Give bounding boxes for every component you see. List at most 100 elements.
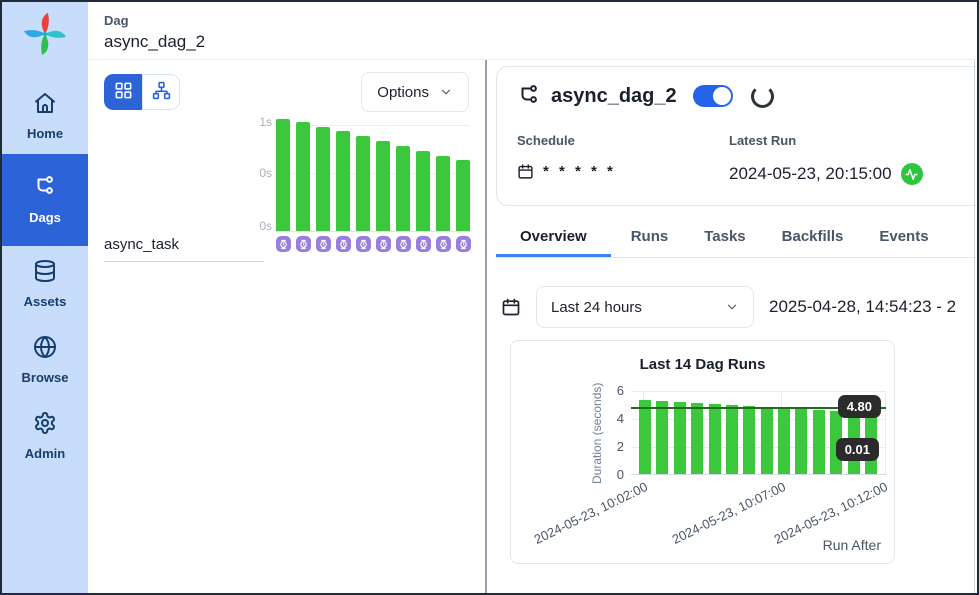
task-duration-bars	[276, 120, 470, 231]
airflow-logo[interactable]	[22, 11, 68, 62]
chart-y-ticks: 6 4 2 0	[605, 391, 631, 475]
sidebar-item-label: Admin	[25, 446, 65, 461]
detail-tabs: Overview Runs Tasks Backfills Events	[496, 218, 977, 258]
dag-header-card: async_dag_2 Schedule * * * * *	[496, 66, 977, 206]
tab-overview[interactable]: Overview	[496, 218, 611, 257]
task-state-badge-deferred[interactable]	[276, 236, 291, 252]
schedule-label: Schedule	[517, 133, 729, 148]
dag-run-bar[interactable]	[726, 405, 738, 474]
time-filter-row: Last 24 hours 2025-04-28, 14:54:23 - 2	[496, 286, 977, 328]
y-tick: 0	[617, 467, 624, 482]
grid-plot	[276, 120, 470, 232]
y-tick-label: 0s	[259, 219, 272, 233]
chart-y-axis-label: Duration (seconds)	[589, 391, 605, 475]
sidebar-item-label: Home	[27, 126, 63, 141]
dag-run-bar[interactable]	[674, 402, 686, 474]
content-split: Options 1s 0s 0s	[88, 60, 977, 593]
x-tick-label: 2024-05-23, 10:07:00	[669, 479, 787, 547]
gear-icon	[33, 411, 57, 438]
task-state-badge-deferred[interactable]	[296, 236, 311, 252]
graph-icon	[152, 81, 171, 103]
sidebar-nav: Home Dags Assets Browse	[2, 78, 88, 474]
task-duration-bar[interactable]	[456, 160, 470, 231]
task-row-label[interactable]: async_task	[104, 236, 264, 262]
x-tick-label: 2024-05-23, 10:12:00	[771, 479, 889, 547]
main-area: Dag async_dag_2	[88, 2, 977, 593]
grid-duration-chart: 1s 0s 0s async_task	[104, 120, 485, 262]
dag-detail-panel: async_dag_2 Schedule * * * * *	[487, 60, 977, 593]
sidebar-item-assets[interactable]: Assets	[2, 246, 88, 322]
grid-view-button[interactable]	[104, 74, 142, 110]
chevron-down-icon	[725, 300, 739, 314]
task-state-badge-deferred[interactable]	[456, 236, 471, 252]
time-range-select[interactable]: Last 24 hours	[536, 286, 754, 328]
toggle-knob	[713, 87, 731, 105]
loading-spinner-icon	[751, 85, 774, 108]
task-state-badge-deferred[interactable]	[416, 236, 431, 252]
options-button[interactable]: Options	[361, 72, 469, 112]
sidebar-item-label: Dags	[29, 210, 61, 225]
task-state-badge-deferred[interactable]	[436, 236, 451, 252]
globe-icon	[33, 335, 57, 362]
task-state-badge-deferred[interactable]	[376, 236, 391, 252]
task-state-badge-deferred[interactable]	[316, 236, 331, 252]
dag-run-bar[interactable]	[778, 407, 790, 474]
tab-runs[interactable]: Runs	[615, 218, 685, 257]
calendar-icon	[501, 297, 521, 317]
y-tick: 4	[617, 411, 624, 426]
run-state-activity-icon[interactable]	[901, 163, 923, 185]
tab-tasks[interactable]: Tasks	[688, 218, 761, 257]
chevron-down-icon	[439, 85, 453, 99]
task-duration-bar[interactable]	[396, 146, 410, 231]
task-duration-bar[interactable]	[376, 141, 390, 231]
home-icon	[33, 91, 57, 118]
chart-x-ticks: 2024-05-23, 10:02:00 2024-05-23, 10:07:0…	[631, 475, 886, 537]
task-duration-bar[interactable]	[416, 151, 430, 231]
dag-run-bar[interactable]	[761, 407, 773, 474]
dag-icon	[33, 175, 57, 202]
dag-runs-plot: 4.80 0.01	[631, 391, 886, 475]
dag-run-bar[interactable]	[813, 410, 825, 474]
dag-run-bar[interactable]	[743, 406, 755, 474]
task-duration-bar[interactable]	[276, 119, 290, 231]
sidebar-item-dags[interactable]: Dags	[2, 154, 88, 246]
y-tick-label: 1s	[259, 115, 272, 129]
options-button-label: Options	[377, 84, 429, 101]
task-state-badge-deferred[interactable]	[336, 236, 351, 252]
schedule-block: Schedule * * * * *	[517, 133, 729, 185]
page-title-dag-id: async_dag_2	[104, 32, 977, 52]
dag-run-bar[interactable]	[639, 400, 651, 474]
latest-run-label: Latest Run	[729, 133, 923, 148]
sidebar-item-home[interactable]: Home	[2, 78, 88, 154]
latest-run-block: Latest Run 2024-05-23, 20:15:00	[729, 133, 923, 185]
task-duration-bar[interactable]	[316, 127, 330, 231]
dag-run-bar[interactable]	[709, 404, 721, 474]
sidebar: Home Dags Assets Browse	[2, 2, 88, 593]
task-duration-bar[interactable]	[336, 131, 350, 231]
task-duration-bar[interactable]	[356, 136, 370, 231]
grid-left-spacer	[104, 120, 250, 232]
tab-backfills[interactable]: Backfills	[766, 218, 860, 257]
mean-duration-badge: 4.80	[838, 395, 881, 418]
task-state-badge-deferred[interactable]	[396, 236, 411, 252]
sidebar-item-label: Assets	[24, 294, 67, 309]
task-duration-bar[interactable]	[436, 156, 450, 231]
grid-icon	[114, 81, 133, 103]
dag-run-bar[interactable]	[795, 409, 807, 474]
graph-view-button[interactable]	[142, 74, 180, 110]
tab-events[interactable]: Events	[863, 218, 944, 257]
dag-run-bar[interactable]	[656, 401, 668, 474]
sidebar-item-browse[interactable]: Browse	[2, 322, 88, 398]
time-range-selected-value: Last 24 hours	[551, 299, 642, 316]
dag-pause-toggle[interactable]	[693, 85, 733, 107]
task-state-badge-deferred[interactable]	[356, 236, 371, 252]
sidebar-item-admin[interactable]: Admin	[2, 398, 88, 474]
min-duration-badge: 0.01	[836, 438, 879, 461]
y-tick: 6	[617, 383, 624, 398]
breadcrumb-section: Dag	[104, 13, 977, 28]
dag-icon	[517, 84, 541, 108]
dag-title: async_dag_2	[551, 85, 677, 108]
task-duration-bar[interactable]	[296, 122, 310, 231]
dag-run-bar[interactable]	[691, 403, 703, 474]
chart-x-axis-label: Run After	[511, 537, 894, 553]
